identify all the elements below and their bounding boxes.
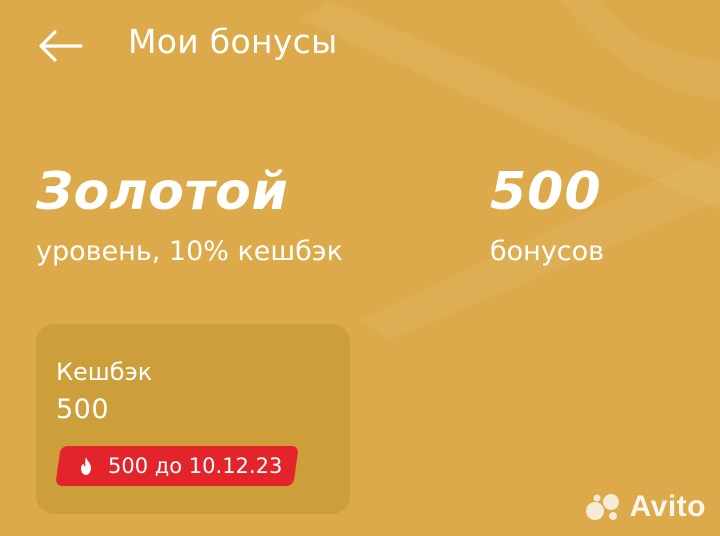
avito-logo-icon bbox=[585, 494, 619, 520]
fire-icon bbox=[81, 457, 91, 475]
header-bar: Мои бонусы bbox=[0, 0, 720, 92]
avito-watermark-text: Avito bbox=[629, 490, 706, 523]
avito-watermark: Avito bbox=[584, 490, 706, 524]
level-description: уровень, 10% кешбэк bbox=[36, 236, 343, 267]
arrow-left-icon bbox=[39, 30, 83, 62]
level-name: Золотой bbox=[36, 162, 289, 222]
bonus-balance-value: 500 bbox=[490, 162, 602, 222]
page-title: Мои бонусы bbox=[128, 22, 338, 61]
bonus-balance-label: бонусов bbox=[490, 236, 605, 267]
cashback-title: Кешбэк bbox=[56, 358, 153, 386]
cashback-card[interactable]: Кешбэк 500 500 до 10.12.23 bbox=[36, 324, 350, 514]
back-button[interactable] bbox=[34, 24, 86, 68]
expiry-text: 500 до 10.12.23 bbox=[108, 454, 283, 478]
expiry-badge: 500 до 10.12.23 bbox=[55, 446, 299, 486]
cashback-value: 500 bbox=[56, 394, 110, 425]
